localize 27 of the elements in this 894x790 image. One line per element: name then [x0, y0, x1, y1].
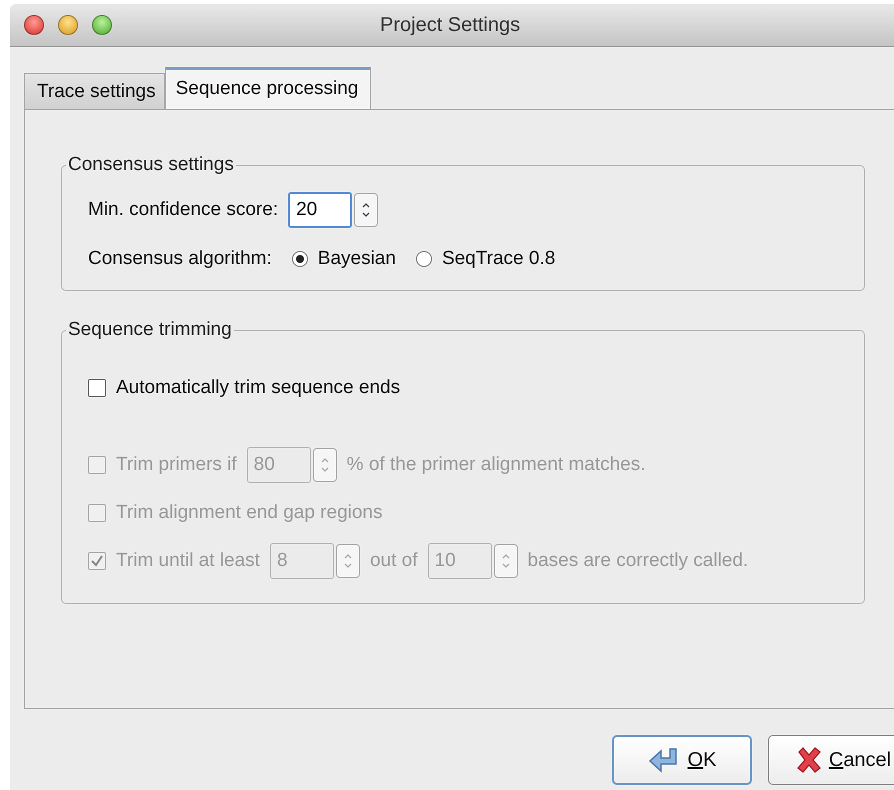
- spin-field[interactable]: 20: [288, 192, 352, 228]
- cancel-button[interactable]: Cancel: [768, 735, 894, 785]
- field-label: Consensus algorithm:: [88, 248, 272, 270]
- option-text: Trim primers if: [116, 454, 237, 476]
- radio-label[interactable]: SeqTrace 0.8: [442, 248, 556, 270]
- zoom-button[interactable]: [92, 15, 112, 35]
- ok-button[interactable]: OK: [612, 735, 752, 785]
- tab[interactable]: Trace settings: [24, 73, 165, 109]
- close-button[interactable]: [24, 15, 44, 35]
- option-text: Trim until at least: [116, 550, 260, 572]
- radio-button[interactable]: [416, 251, 432, 267]
- option-text: out of: [370, 550, 418, 572]
- stepper-icon[interactable]: [354, 193, 378, 227]
- minimize-button[interactable]: [58, 15, 78, 35]
- tab[interactable]: Sequence processing: [164, 67, 372, 109]
- window-title: Project Settings: [380, 14, 520, 36]
- group-title: Consensus settings: [67, 154, 235, 176]
- group-title: Sequence trimming: [67, 319, 233, 341]
- cross-icon: [794, 746, 823, 774]
- radio-button[interactable]: [292, 251, 308, 267]
- checkbox-label[interactable]: Automatically trim sequence ends: [116, 377, 400, 399]
- field-label: Min. confidence score:: [88, 199, 278, 221]
- option-text: bases are correctly called.: [528, 550, 748, 572]
- checkbox[interactable]: [88, 379, 106, 397]
- option-text: Trim alignment end gap regions: [116, 502, 382, 524]
- radio-label[interactable]: Bayesian: [318, 248, 396, 270]
- option-text: % of the primer alignment matches.: [346, 454, 646, 476]
